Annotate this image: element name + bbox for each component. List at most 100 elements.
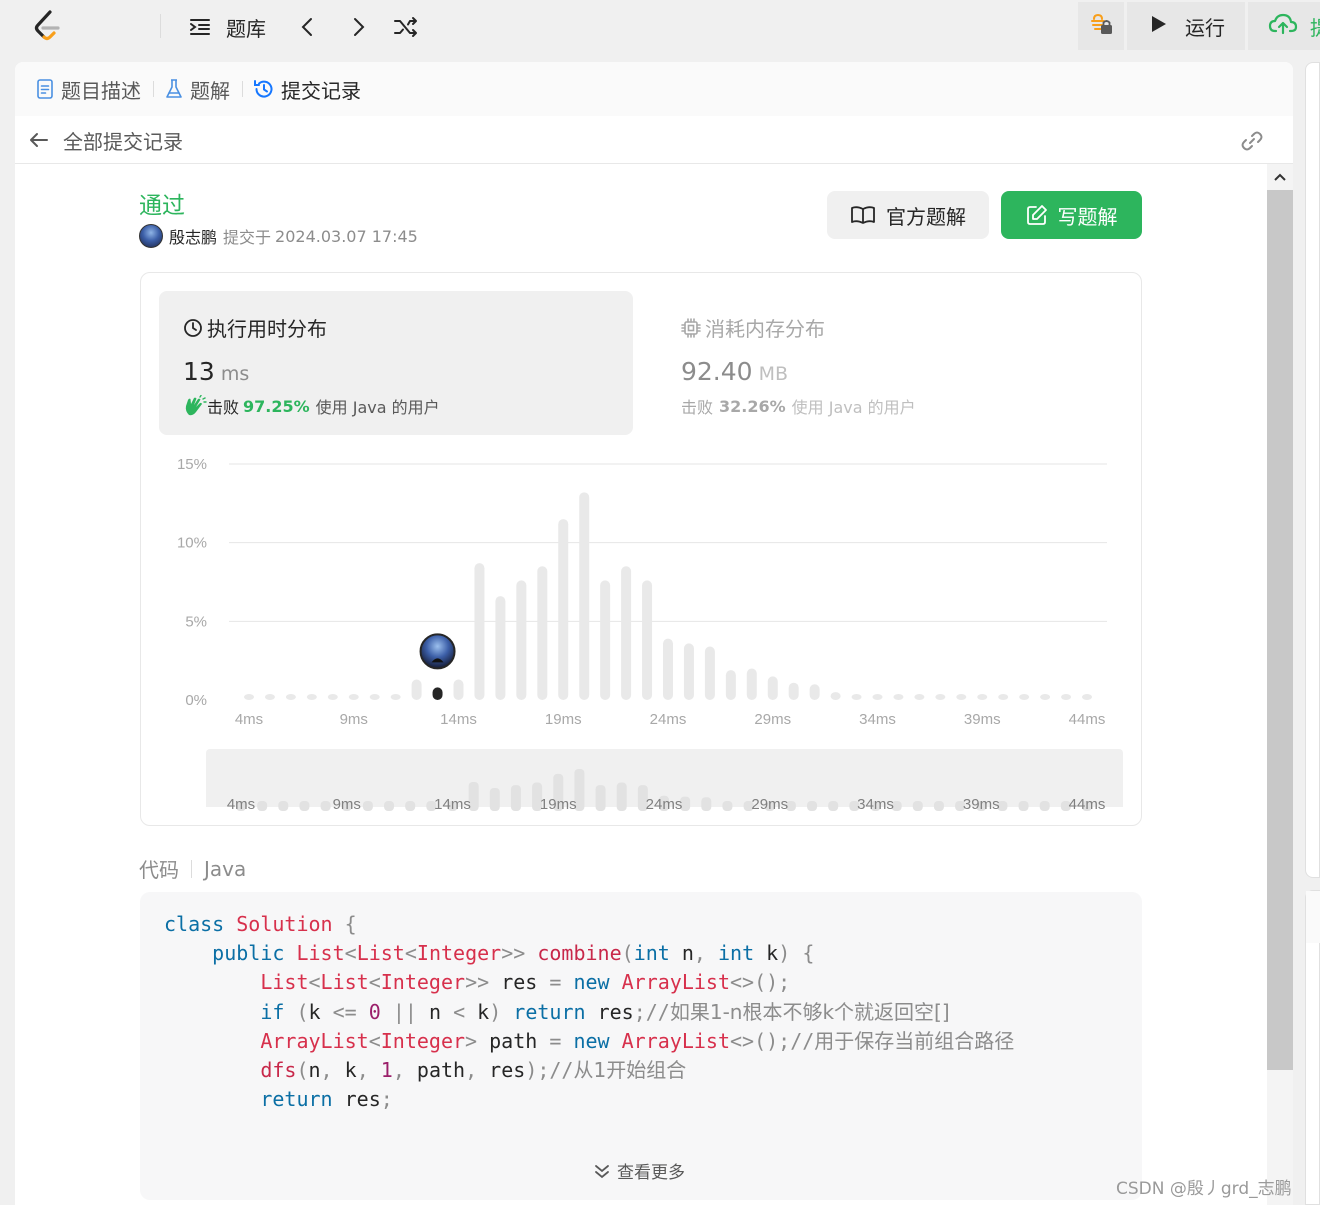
- random-problem-button[interactable]: [393, 10, 421, 44]
- submitted-prefix: 提交于: [223, 228, 272, 247]
- code-language: Java: [204, 856, 247, 881]
- debug-button[interactable]: [1078, 2, 1124, 50]
- chart-bar: [432, 687, 443, 700]
- write-solution-button[interactable]: 写题解: [1001, 191, 1142, 239]
- runtime-unit: ms: [220, 363, 250, 385]
- code-label: 代码: [139, 858, 179, 882]
- watermark: CSDN @殷丿grd_志鹏: [1116, 1179, 1292, 1199]
- chart-bar: [621, 566, 632, 700]
- code-line: dfs(n, k, 1, path, res);//从1开始组合: [260, 1058, 687, 1083]
- memory-unit: MB: [758, 363, 789, 385]
- chart-bar: [914, 694, 925, 700]
- x-tick-label: 39ms: [964, 711, 1001, 728]
- arrow-left-icon[interactable]: [27, 128, 51, 156]
- memory-value-row: 92.40 MB: [681, 357, 788, 386]
- submission-author-row: 殷志鹏 提交于 2024.03.07 17:45: [139, 224, 418, 248]
- chart-bar: [537, 566, 548, 700]
- open-book-icon: [851, 206, 875, 224]
- runtime-distribution-tab[interactable]: 执行用时分布 13 ms 击败 97.25% 使用 Java 的用户: [159, 291, 633, 435]
- submit-button[interactable]: 提: [1248, 2, 1320, 50]
- x-tick-label: 4ms: [235, 711, 263, 728]
- chart-bar: [642, 580, 653, 700]
- author-name[interactable]: 殷志鹏: [169, 224, 217, 248]
- chart-bar: [1019, 694, 1030, 700]
- clapping-hands-icon: [185, 395, 207, 416]
- show-more-button[interactable]: 查看更多: [593, 1158, 685, 1183]
- code-editor-panel-edge: [1305, 62, 1320, 878]
- code-content: class Solution { public List<List<Intege…: [164, 910, 1014, 1114]
- panel-tabs: 题目描述 题解 提交记录: [15, 62, 1293, 116]
- share-link-icon[interactable]: [1239, 128, 1265, 158]
- tab-solutions[interactable]: 题解: [164, 75, 230, 104]
- scrollbar-thumb[interactable]: [1267, 190, 1293, 1070]
- chart-bar: [788, 682, 799, 700]
- scroll-up-icon[interactable]: [1267, 164, 1293, 190]
- memory-beats-prefix: 击败: [681, 398, 714, 417]
- chart-bar: [348, 694, 359, 700]
- official-solution-button[interactable]: 官方题解: [827, 191, 989, 239]
- chart-range-selector[interactable]: [206, 749, 1123, 807]
- submitted-time: 2024.03.07 17:45: [275, 226, 418, 246]
- chart-bar: [872, 694, 883, 700]
- code-header: 代码 Java: [139, 854, 246, 883]
- chart-bar: [244, 694, 254, 700]
- code-line: return res;: [260, 1087, 393, 1112]
- chart-bar: [704, 646, 715, 700]
- top-bar: 题库 运行: [0, 0, 1320, 54]
- chart-bar: [579, 492, 590, 700]
- document-icon: [35, 78, 55, 100]
- y-tick-label: 5%: [185, 613, 207, 630]
- chart-bar: [369, 694, 380, 700]
- x-tick-label: 24ms: [650, 711, 687, 728]
- memory-title: 消耗内存分布: [681, 313, 825, 342]
- code-line: class Solution {: [164, 912, 357, 936]
- x-tick-label: 44ms: [1069, 711, 1106, 728]
- chart-bar: [935, 694, 946, 700]
- edit-icon: [1026, 205, 1047, 225]
- chart-bar: [600, 580, 611, 700]
- chart-bar: [683, 643, 694, 700]
- run-button[interactable]: 运行: [1127, 2, 1245, 50]
- x-tick-label: 34ms: [859, 711, 896, 728]
- chart-bar: [306, 694, 317, 700]
- chart-bar: [1082, 694, 1092, 700]
- avatar[interactable]: [139, 224, 163, 248]
- content-scrollbar[interactable]: [1267, 164, 1293, 1205]
- right-editor-panel: [1305, 62, 1320, 1205]
- chart-bar: [516, 580, 527, 700]
- double-chevron-down-icon: [595, 1164, 609, 1178]
- chart-bar: [390, 694, 401, 700]
- chart-bar: [725, 670, 736, 700]
- shuffle-icon: [393, 15, 421, 39]
- next-problem-button[interactable]: [348, 10, 368, 44]
- topbar-divider: [160, 14, 161, 38]
- tab-solutions-label: 题解: [190, 78, 230, 103]
- memory-beats-suffix: 使用 Java 的用户: [791, 398, 916, 417]
- chart-bar: [558, 519, 569, 700]
- x-tick-label: 29ms: [754, 711, 791, 728]
- flask-icon: [164, 78, 184, 100]
- chart-bar: [830, 692, 841, 700]
- x-tick-label: 14ms: [440, 711, 477, 728]
- chart-bar: [495, 596, 506, 700]
- memory-beats-percent: 32.26%: [719, 396, 786, 416]
- chart-bar: [474, 563, 485, 700]
- runtime-beats-percent: 97.25%: [243, 396, 310, 416]
- code-line: List<List<Integer>> res = new ArrayList<…: [260, 970, 791, 995]
- prev-problem-button[interactable]: [298, 10, 318, 44]
- runtime-title-text: 执行用时分布: [207, 317, 327, 341]
- leetcode-logo-icon[interactable]: [30, 9, 66, 45]
- problem-bank-button[interactable]: 题库: [188, 10, 266, 44]
- tab-description[interactable]: 题目描述: [35, 75, 141, 104]
- clock-icon: [184, 318, 202, 337]
- memory-title-text: 消耗内存分布: [705, 317, 825, 341]
- tab-submissions[interactable]: 提交记录: [253, 75, 361, 104]
- memory-distribution-tab[interactable]: 消耗内存分布 92.40 MB 击败 32.26% 使用 Java 的用户: [657, 291, 1131, 435]
- testcase-panel-edge: [1305, 890, 1320, 1205]
- runtime-beats-row: 击败 97.25% 使用 Java 的用户: [183, 394, 440, 418]
- history-icon: [253, 78, 275, 100]
- code-line: ArrayList<Integer> path = new ArrayList<…: [260, 1028, 1015, 1053]
- submission-panel: 题目描述 题解 提交记录 全部提交记录 通过 殷志鹏 提交于 2024.03.0…: [15, 62, 1293, 1205]
- y-tick-label: 10%: [177, 535, 207, 552]
- code-line: if (k <= 0 || n < k) return res;//如果1-n根…: [260, 999, 950, 1024]
